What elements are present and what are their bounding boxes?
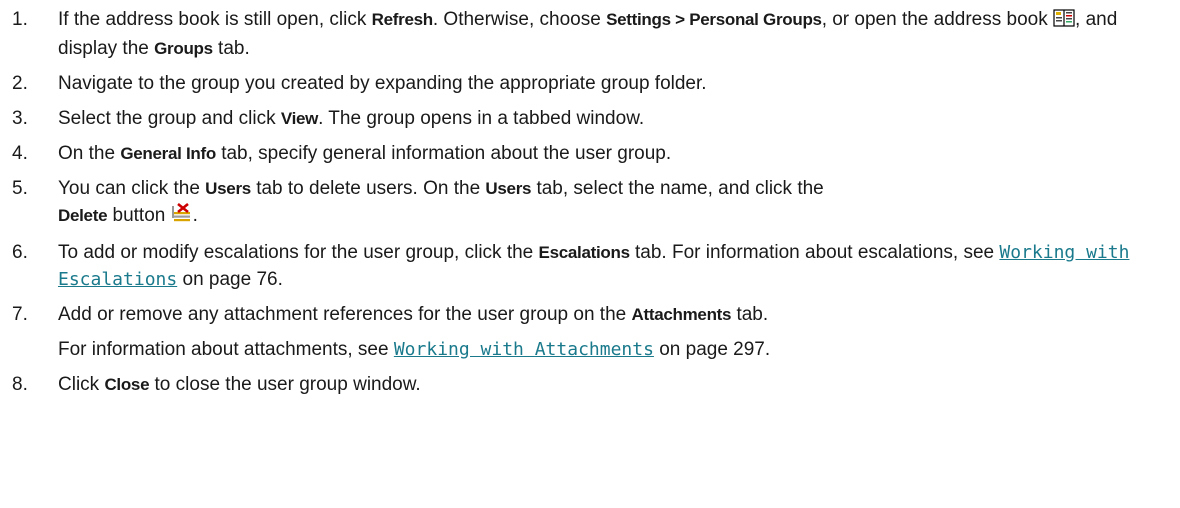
text-run: tab to delete users. On the <box>250 178 486 199</box>
step-text: To add or modify escalations for the use… <box>58 239 1180 293</box>
step-3: 3. Select the group and click View. The … <box>12 105 1180 132</box>
text-run: . Otherwise, choose <box>432 9 607 30</box>
step-4: 4. On the General Info tab, specify gene… <box>12 140 1180 167</box>
step-5: 5. You can click the Users tab to delete… <box>12 175 1180 231</box>
step-text: You can click the Users tab to delete us… <box>58 175 1180 231</box>
text-run: tab. <box>212 38 250 59</box>
text-run: Navigate to the group you created by exp… <box>58 73 707 94</box>
ui-term-delete: Delete <box>58 206 108 225</box>
step-2: 2. Navigate to the group you created by … <box>12 70 1180 97</box>
step-number: 5. <box>12 178 28 199</box>
text-run: Click <box>58 374 105 395</box>
procedure-list: 1. If the address book is still open, cl… <box>0 0 1180 398</box>
step-text: Add or remove any attachment references … <box>58 301 1180 363</box>
text-run: For information about attachments, see <box>58 339 394 360</box>
delete-user-icon <box>171 202 193 231</box>
step-number: 2. <box>12 73 28 94</box>
text-run: You can click the <box>58 178 206 199</box>
ui-term-escalations: Escalations <box>538 243 631 262</box>
text-run: Add or remove any attachment references … <box>58 304 632 325</box>
text-run: To add or modify escalations for the use… <box>58 242 539 263</box>
text-run: , or open the address book <box>821 9 1054 30</box>
step-number: 6. <box>12 242 28 263</box>
step-1: 1. If the address book is still open, cl… <box>12 6 1180 62</box>
text-run: On the <box>58 143 121 164</box>
text-run: If the address book is still open, click <box>58 9 372 30</box>
text-run: button <box>107 205 171 226</box>
step-number: 3. <box>12 108 28 129</box>
text-run: tab. <box>731 304 769 325</box>
step-text: On the General Info tab, specify general… <box>58 140 1180 167</box>
ui-term-settings-personal-groups: Settings > Personal Groups <box>606 10 822 29</box>
text-run: tab, select the name, and click the <box>531 178 824 199</box>
ui-term-groups: Groups <box>154 39 213 58</box>
text-run: . The group opens in a tabbed window. <box>318 108 645 129</box>
step-6: 6. To add or modify escalations for the … <box>12 239 1180 293</box>
step-8: 8. Click Close to close the user group w… <box>12 371 1180 398</box>
text-run: on page 297. <box>653 339 771 360</box>
step-text: If the address book is still open, click… <box>58 6 1180 62</box>
step-note: For information about attachments, see W… <box>58 336 1160 363</box>
ui-term-attachments: Attachments <box>631 305 732 324</box>
link-working-with-attachments[interactable]: Working with Attachments <box>394 339 654 360</box>
step-text: Click Close to close the user group wind… <box>58 371 1180 398</box>
ui-term-view: View <box>280 109 319 128</box>
ui-term-users: Users <box>485 179 532 198</box>
ui-term-refresh: Refresh <box>371 10 434 29</box>
address-book-icon <box>1053 8 1075 35</box>
text-run: tab, specify general information about t… <box>215 143 672 164</box>
step-text: Select the group and click View. The gro… <box>58 105 1180 132</box>
ui-term-close: Close <box>104 375 150 394</box>
ui-term-general-info: General Info <box>120 144 216 163</box>
step-number: 7. <box>12 304 28 325</box>
step-number: 4. <box>12 143 28 164</box>
step-7: 7. Add or remove any attachment referenc… <box>12 301 1180 363</box>
text-run: on page 76. <box>177 269 283 290</box>
ui-term-users: Users <box>205 179 251 198</box>
step-number: 1. <box>12 9 28 30</box>
text-run: Select the group and click <box>58 108 281 129</box>
text-run: tab. For information about escalations, … <box>629 242 1000 263</box>
step-number: 8. <box>12 374 28 395</box>
text-run: . <box>192 205 198 226</box>
step-text: Navigate to the group you created by exp… <box>58 70 1180 97</box>
text-run: to close the user group window. <box>149 374 421 395</box>
